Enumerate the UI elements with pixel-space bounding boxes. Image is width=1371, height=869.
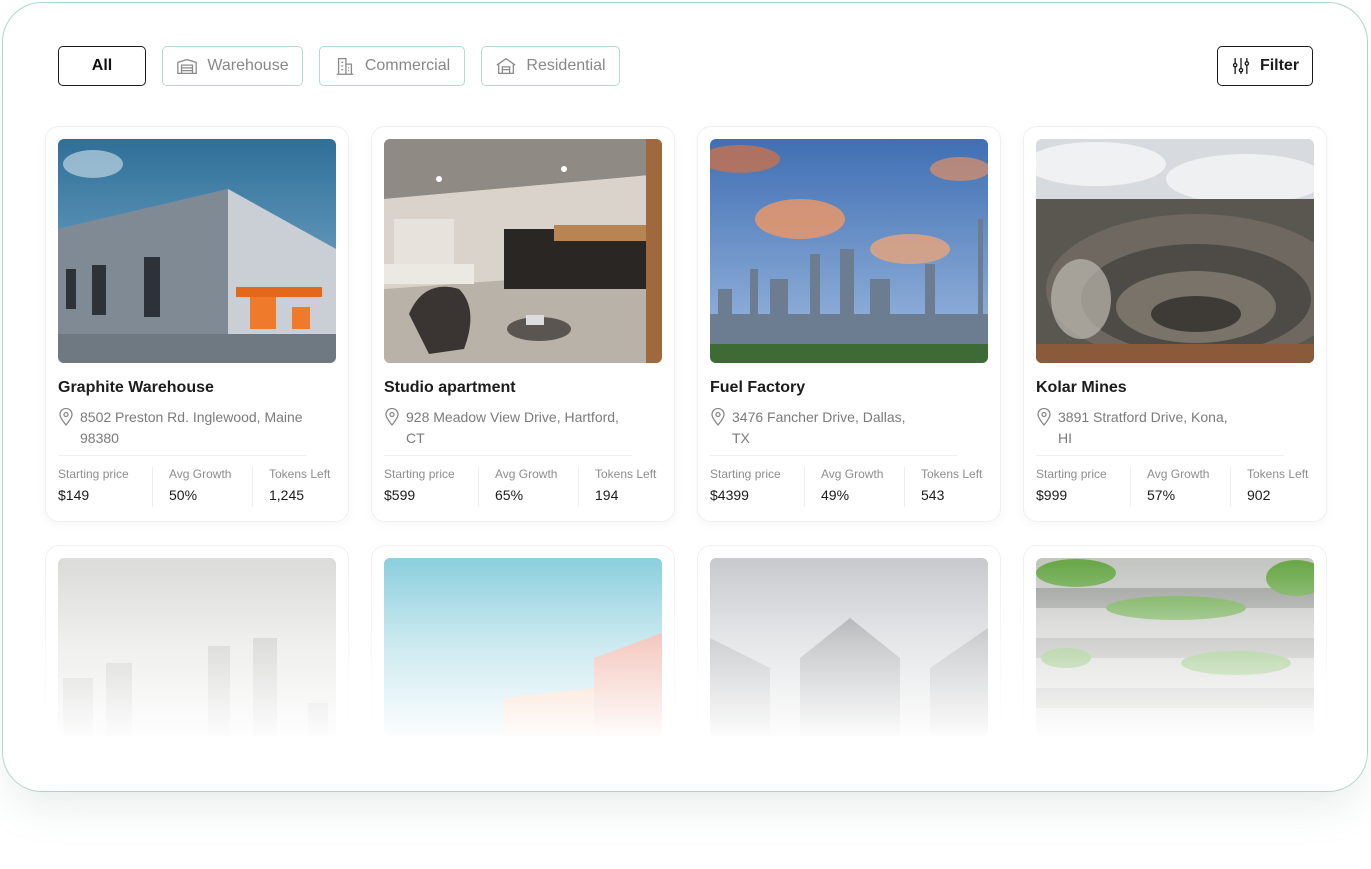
filter-button[interactable]: Filter (1217, 46, 1313, 86)
tab-residential[interactable]: Residential (481, 46, 620, 86)
tab-commercial[interactable]: Commercial (319, 46, 465, 86)
tab-residential-label: Residential (526, 57, 606, 74)
starting-price: Starting price $149 (58, 467, 152, 507)
stat-value: 543 (921, 487, 945, 503)
property-card-faded[interactable] (1023, 545, 1327, 791)
property-stats: Starting price $999 Avg Growth 57% Token… (1036, 467, 1316, 507)
building-icon (336, 58, 354, 75)
property-card[interactable]: Graphite Warehouse 8502 Preston Rd. Ingl… (45, 126, 349, 522)
property-image (384, 558, 662, 736)
tab-all[interactable]: All (58, 46, 146, 86)
stat-value: 1,245 (269, 487, 305, 503)
stat-label: Tokens Left (595, 467, 657, 481)
property-title: Graphite Warehouse (58, 379, 214, 396)
address-line-1: 928 Meadow View Drive, Hartford, (406, 409, 619, 425)
stat-value: $149 (58, 487, 90, 503)
stat-label: Starting price (58, 467, 129, 481)
property-listing-panel: All Warehouse Commercial Residential Fil… (2, 2, 1368, 792)
property-title: Kolar Mines (1036, 379, 1127, 396)
divider (710, 455, 958, 456)
property-image (1036, 558, 1314, 736)
stat-label: Avg Growth (1147, 467, 1210, 481)
tab-warehouse[interactable]: Warehouse (162, 46, 303, 86)
property-card-faded[interactable] (697, 545, 1001, 791)
property-card[interactable]: Studio apartment 928 Meadow View Drive, … (371, 126, 675, 522)
stat-value: $4399 (710, 487, 749, 503)
property-title: Studio apartment (384, 379, 516, 396)
stat-value: 50% (169, 487, 198, 503)
tab-warehouse-label: Warehouse (207, 57, 289, 74)
avg-growth: Avg Growth 49% (804, 467, 904, 507)
divider (1036, 455, 1284, 456)
property-stats: Starting price $4399 Avg Growth 49% Toke… (710, 467, 990, 507)
address-line-1: 3476 Fancher Drive, Dallas, (732, 409, 906, 425)
stat-value: $999 (1036, 487, 1068, 503)
avg-growth: Avg Growth 50% (152, 467, 252, 507)
property-card-faded[interactable] (45, 545, 349, 791)
avg-growth: Avg Growth 65% (478, 467, 578, 507)
address-line-2: HI (1058, 430, 1072, 446)
tokens-left: Tokens Left 194 (578, 467, 664, 507)
stat-label: Avg Growth (169, 467, 232, 481)
stat-label: Starting price (1036, 467, 1107, 481)
location-pin-icon (385, 408, 399, 426)
property-card[interactable]: Kolar Mines 3891 Stratford Drive, Kona, … (1023, 126, 1327, 522)
tokens-left: Tokens Left 1,245 (252, 467, 338, 507)
address-line-2: 98380 (80, 430, 119, 446)
stat-value: 902 (1247, 487, 1271, 503)
divider (58, 455, 306, 456)
starting-price: Starting price $599 (384, 467, 478, 507)
property-stats: Starting price $599 Avg Growth 65% Token… (384, 467, 664, 507)
filter-label: Filter (1259, 57, 1300, 74)
stat-value: 194 (595, 487, 619, 503)
stat-label: Avg Growth (821, 467, 884, 481)
property-image (710, 139, 988, 363)
warehouse-icon (177, 58, 198, 74)
property-image (58, 139, 336, 363)
property-card[interactable]: Fuel Factory 3476 Fancher Drive, Dallas,… (697, 126, 1001, 522)
location-pin-icon (711, 408, 725, 426)
house-icon (496, 57, 516, 74)
property-title: Fuel Factory (710, 379, 806, 396)
starting-price: Starting price $4399 (710, 467, 804, 507)
property-image (58, 558, 336, 736)
tab-commercial-label: Commercial (364, 57, 451, 74)
stat-label: Tokens Left (921, 467, 983, 481)
property-stats: Starting price $149 Avg Growth 50% Token… (58, 467, 338, 507)
stat-value: $599 (384, 487, 416, 503)
stat-label: Starting price (710, 467, 781, 481)
property-image (710, 558, 988, 736)
stat-label: Tokens Left (269, 467, 331, 481)
property-address: 928 Meadow View Drive, Hartford, CT (384, 407, 654, 449)
address-line-2: CT (406, 430, 425, 446)
stat-value: 65% (495, 487, 524, 503)
property-address: 3476 Fancher Drive, Dallas, TX (710, 407, 980, 449)
property-address: 8502 Preston Rd. Inglewood, Maine 98380 (58, 407, 328, 449)
address-line-2: TX (732, 430, 750, 446)
property-address: 3891 Stratford Drive, Kona, HI (1036, 407, 1306, 449)
starting-price: Starting price $999 (1036, 467, 1130, 507)
tokens-left: Tokens Left 902 (1230, 467, 1316, 507)
property-image (1036, 139, 1314, 363)
address-line-1: 8502 Preston Rd. Inglewood, Maine (80, 409, 303, 425)
tab-all-label: All (91, 57, 113, 74)
stat-label: Starting price (384, 467, 455, 481)
divider (384, 455, 632, 456)
stat-label: Avg Growth (495, 467, 558, 481)
sliders-icon (1232, 57, 1250, 75)
stat-value: 57% (1147, 487, 1176, 503)
property-card-faded[interactable] (371, 545, 675, 791)
property-image (384, 139, 662, 363)
tokens-left: Tokens Left 543 (904, 467, 990, 507)
stat-value: 49% (821, 487, 850, 503)
location-pin-icon (59, 408, 73, 426)
avg-growth: Avg Growth 57% (1130, 467, 1230, 507)
stat-label: Tokens Left (1247, 467, 1309, 481)
location-pin-icon (1037, 408, 1051, 426)
address-line-1: 3891 Stratford Drive, Kona, (1058, 409, 1228, 425)
